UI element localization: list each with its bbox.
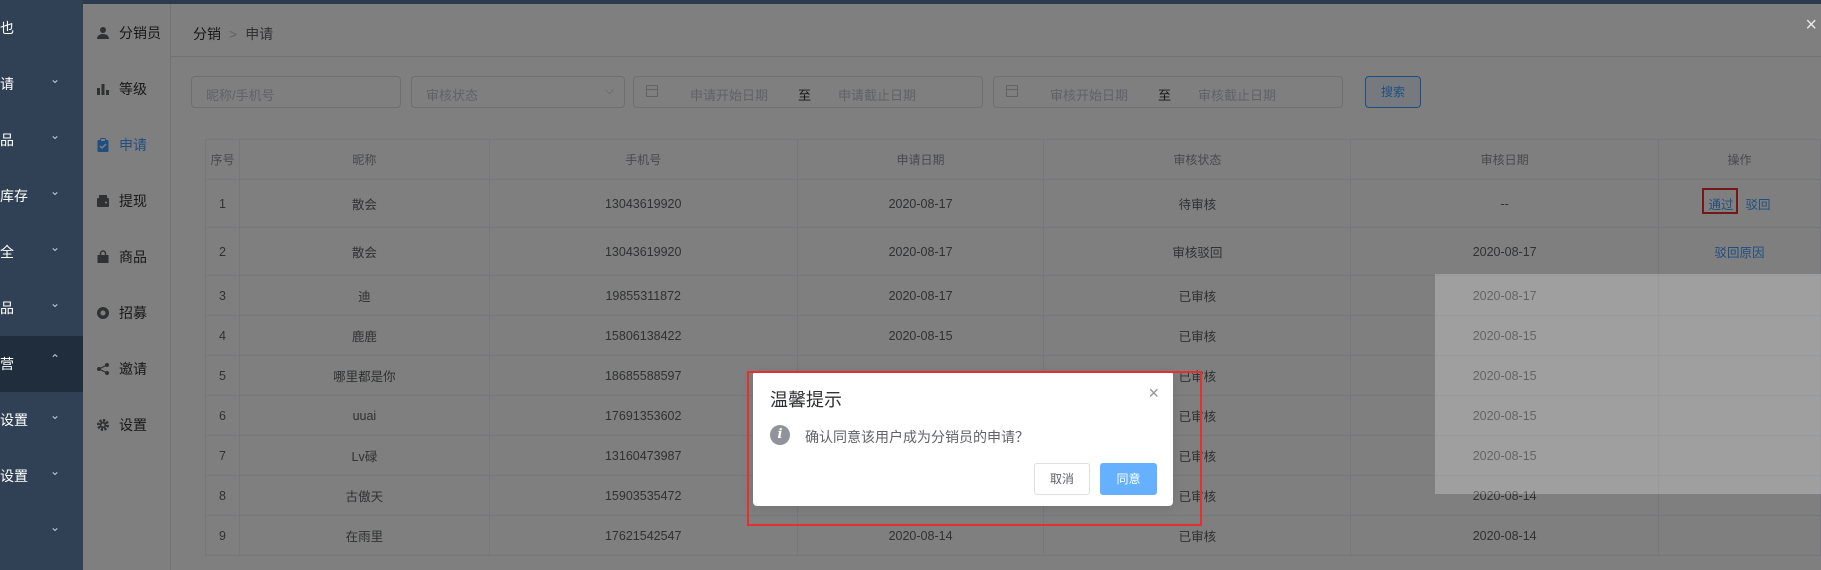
close-icon[interactable]: × xyxy=(1805,14,1817,37)
chevron-down-icon: ⌄ xyxy=(50,296,61,310)
chevron-down-icon: ⌄ xyxy=(50,408,61,422)
top-bar xyxy=(83,0,1821,4)
sidebar-item-2[interactable]: 品 ⌄ xyxy=(0,112,83,168)
chevron-down-icon: ⌄ xyxy=(50,72,61,86)
dialog-highlight-box xyxy=(747,371,1202,526)
sidebar-item-label: 品 xyxy=(0,132,14,148)
sidebar-item-5[interactable]: 品 ⌄ xyxy=(0,280,83,336)
sidebar-item-label: 设置 xyxy=(0,412,28,428)
sidebar-item-4[interactable]: 全 ⌄ xyxy=(0,224,83,280)
sidebar-item-8[interactable]: 设置 ⌄ xyxy=(0,448,83,504)
overlay-panel xyxy=(1435,274,1821,494)
sidebar-item-3[interactable]: 库存 ⌄ xyxy=(0,168,83,224)
sidebar-item-6[interactable]: 营 ⌃ xyxy=(0,336,83,392)
chevron-down-icon: ⌄ xyxy=(50,520,61,534)
main-sidebar: 也 请 ⌄ 品 ⌄ 库存 ⌄ 全 ⌄ 品 ⌄ 营 ⌃ 设置 ⌄ 设置 ⌄ ⌄ xyxy=(0,0,83,570)
sidebar-item-label: 品 xyxy=(0,300,14,316)
sidebar-item-1[interactable]: 请 ⌄ xyxy=(0,56,83,112)
sidebar-item-label: 设置 xyxy=(0,468,28,484)
chevron-down-icon: ⌄ xyxy=(50,128,61,142)
chevron-down-icon: ⌄ xyxy=(50,184,61,198)
sidebar-item-9[interactable]: ⌄ xyxy=(0,504,83,560)
sidebar-item-label: 也 xyxy=(0,20,14,36)
sidebar-item-label: 请 xyxy=(0,76,14,92)
chevron-down-icon: ⌄ xyxy=(50,464,61,478)
sidebar-item-label: 全 xyxy=(0,244,14,260)
sidebar-item-label: 营 xyxy=(0,356,14,372)
sidebar-item-label: 库存 xyxy=(0,188,28,204)
sidebar-item-0[interactable]: 也 xyxy=(0,0,83,56)
sidebar-item-7[interactable]: 设置 ⌄ xyxy=(0,392,83,448)
chevron-up-icon: ⌃ xyxy=(50,352,61,366)
chevron-down-icon: ⌄ xyxy=(50,240,61,254)
